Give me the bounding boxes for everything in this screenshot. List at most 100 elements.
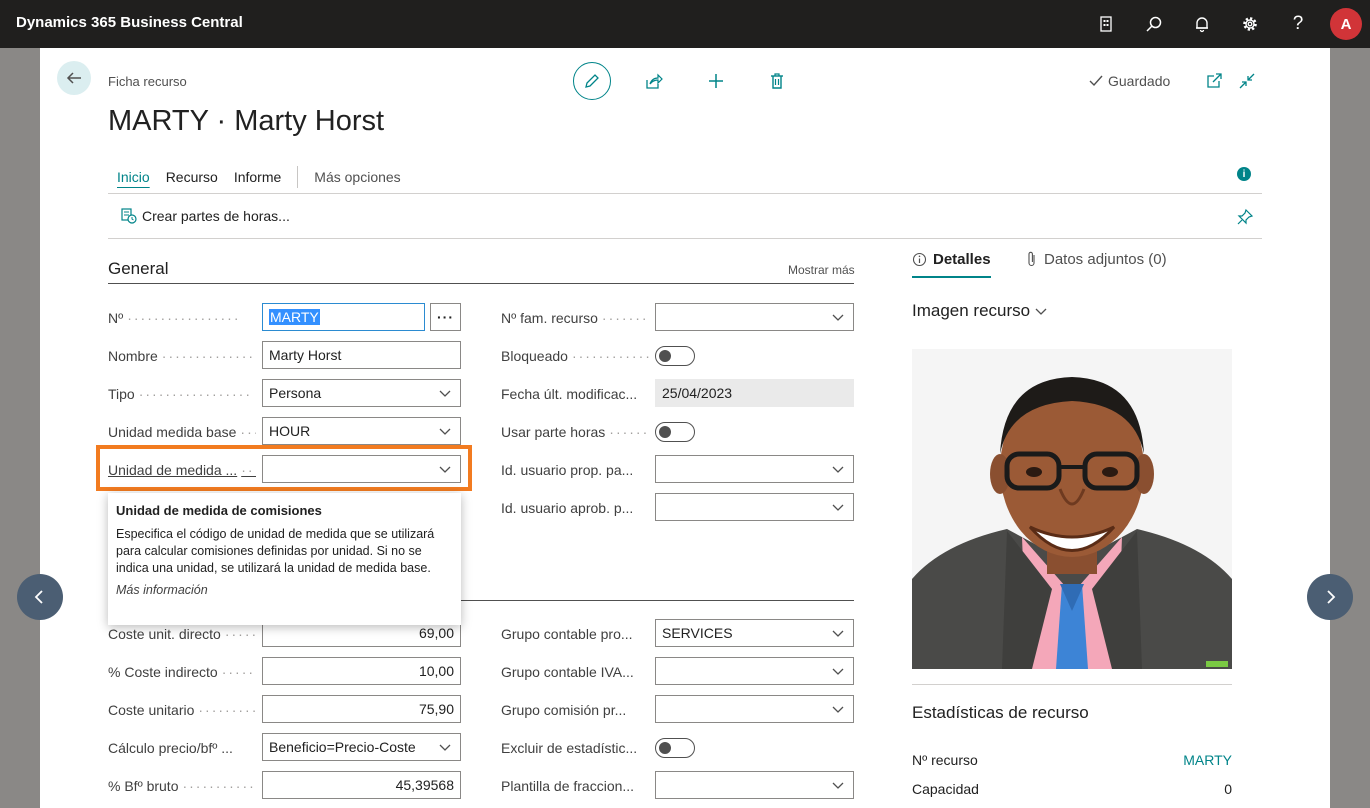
chevron-right-icon bbox=[1327, 590, 1336, 604]
tab-informe[interactable]: Informe bbox=[234, 169, 281, 185]
fam-recurso-select[interactable] bbox=[655, 303, 854, 331]
tab-recurso[interactable]: Recurso bbox=[166, 169, 218, 185]
section-underline bbox=[108, 283, 854, 284]
tooltip-body: Especifica el código de unidad de medida… bbox=[116, 527, 435, 575]
tooltip-more-info-link[interactable]: Más información bbox=[116, 583, 453, 597]
chevron-down-icon bbox=[832, 314, 844, 321]
excluir-estadisticas-toggle[interactable] bbox=[655, 738, 695, 758]
field-label-unidad-base: Unidad medida base················· bbox=[108, 424, 256, 440]
usuario-aprob-select[interactable] bbox=[655, 493, 854, 521]
factbox-tab-details-label: Detalles bbox=[933, 251, 991, 268]
usar-parte-horas-toggle[interactable] bbox=[655, 422, 695, 442]
field-label-plantilla-fraccion: Plantilla de fraccion... bbox=[501, 778, 635, 794]
bf-bruto-input[interactable]: 45,39568 bbox=[262, 771, 461, 799]
collapse-icon bbox=[1239, 73, 1255, 89]
info-icon[interactable]: i bbox=[1237, 167, 1251, 181]
unidad-base-select[interactable]: HOUR bbox=[262, 417, 461, 445]
factbox-divider bbox=[912, 684, 1232, 685]
bloqueado-toggle[interactable] bbox=[655, 346, 695, 366]
delete-button[interactable] bbox=[764, 68, 790, 94]
more-options-button[interactable]: Más opciones bbox=[314, 169, 400, 185]
gear-icon[interactable] bbox=[1238, 12, 1262, 36]
field-label-coste-indirecto: % Coste indirecto········· bbox=[108, 664, 256, 680]
collapse-button[interactable] bbox=[1234, 68, 1260, 94]
field-label-tipo: Tipo ················· bbox=[108, 386, 252, 402]
image-heading[interactable]: Imagen recurso bbox=[912, 301, 1048, 321]
paperclip-icon bbox=[1028, 251, 1035, 267]
share-icon bbox=[646, 73, 663, 89]
pencil-icon bbox=[585, 74, 599, 88]
person-photo-illustration bbox=[912, 349, 1232, 669]
field-label-coste-directo: Coste unit. directo ····· bbox=[108, 626, 256, 642]
saved-status: Guardado bbox=[1088, 73, 1170, 89]
help-icon[interactable]: ? bbox=[1286, 12, 1310, 36]
factbox-tab-attachments[interactable]: Datos adjuntos (0) bbox=[1026, 251, 1167, 268]
nombre-input[interactable]: Marty Horst bbox=[262, 341, 461, 369]
chevron-down-icon bbox=[439, 428, 451, 435]
action-tabs: Inicio Recurso Informe Más opciones bbox=[117, 166, 401, 188]
app-title[interactable]: Dynamics 365 Business Central bbox=[16, 14, 243, 31]
saved-label: Guardado bbox=[1108, 73, 1171, 89]
field-tooltip: Unidad de medida de comisiones Especific… bbox=[108, 493, 461, 625]
no-lookup-button[interactable]: ··· bbox=[430, 303, 461, 331]
field-label-usuario-prop: Id. usuario prop. pa... bbox=[501, 462, 634, 478]
edit-button[interactable] bbox=[573, 62, 611, 100]
usuario-prop-select[interactable] bbox=[655, 455, 854, 483]
previous-record-button[interactable] bbox=[17, 574, 63, 620]
calculo-precio-select[interactable]: Beneficio=Precio-Coste bbox=[262, 733, 461, 761]
stat-row-no-recurso: Nº recurso MARTY bbox=[912, 752, 1232, 768]
field-label-coste-unitario: Coste unitario··········· bbox=[108, 702, 256, 718]
show-more-link[interactable]: Mostrar más bbox=[788, 263, 855, 277]
factbox-tab-attachments-label: Datos adjuntos (0) bbox=[1044, 251, 1167, 268]
field-label-grupo-contable-iva: Grupo contable IVA... bbox=[501, 664, 634, 680]
pin-button[interactable] bbox=[1232, 204, 1258, 230]
field-label-bloqueado: Bloqueado············· bbox=[501, 348, 649, 364]
create-timesheets-action[interactable]: Crear partes de horas... bbox=[120, 207, 290, 225]
field-label-grupo-comision: Grupo comisión pr... bbox=[501, 702, 627, 718]
coste-unitario-input[interactable]: 75,90 bbox=[262, 695, 461, 723]
field-label-calculo-precio: Cálculo precio/bfº ... bbox=[108, 740, 233, 756]
no-input[interactable]: MARTY bbox=[262, 303, 425, 331]
tabs-divider bbox=[297, 166, 299, 188]
company-icon[interactable] bbox=[1094, 12, 1118, 36]
avatar[interactable]: A bbox=[1330, 8, 1362, 40]
tipo-select[interactable]: Persona bbox=[262, 379, 461, 407]
plus-icon bbox=[709, 74, 723, 88]
tooltip-title: Unidad de medida de comisiones bbox=[116, 503, 322, 518]
field-label-excluir-estadisticas: Excluir de estadístic... bbox=[501, 740, 638, 756]
grupo-contable-pro-select[interactable]: SERVICES bbox=[655, 619, 854, 647]
field-label-nombre: Nombre················· bbox=[108, 348, 256, 364]
fecha-modif-value: 25/04/2023 bbox=[655, 379, 854, 407]
factbox-tab-details[interactable]: Detalles bbox=[912, 251, 991, 278]
share-button[interactable] bbox=[641, 68, 667, 94]
arrow-left-icon bbox=[66, 72, 81, 84]
search-icon[interactable] bbox=[1142, 12, 1166, 36]
page-title: MARTY · Marty Horst bbox=[108, 105, 385, 137]
stat-label: Capacidad bbox=[912, 781, 979, 797]
backdrop-right bbox=[1330, 48, 1370, 808]
chevron-down-icon bbox=[832, 466, 844, 473]
field-label-fam-recurso: Nº fam. recurso············· bbox=[501, 310, 649, 326]
tab-inicio[interactable]: Inicio bbox=[117, 169, 150, 185]
chevron-down-icon bbox=[439, 390, 451, 397]
stat-label: Nº recurso bbox=[912, 752, 978, 768]
coste-indirecto-input[interactable]: 10,00 bbox=[262, 657, 461, 685]
bell-icon[interactable] bbox=[1190, 12, 1214, 36]
stats-heading[interactable]: Estadísticas de recurso bbox=[912, 703, 1089, 723]
new-button[interactable] bbox=[703, 68, 729, 94]
chevron-down-icon bbox=[832, 706, 844, 713]
grupo-contable-iva-select[interactable] bbox=[655, 657, 854, 685]
field-label-usuario-aprob: Id. usuario aprob. p... bbox=[501, 500, 634, 516]
stat-value-link[interactable]: MARTY bbox=[1183, 752, 1232, 768]
resource-photo[interactable] bbox=[912, 349, 1232, 669]
section-title-general[interactable]: General bbox=[108, 259, 168, 279]
back-button[interactable] bbox=[57, 61, 91, 95]
next-record-button[interactable] bbox=[1307, 574, 1353, 620]
open-new-window-button[interactable] bbox=[1201, 68, 1227, 94]
plantilla-fraccion-select[interactable] bbox=[655, 771, 854, 799]
open-in-new-icon bbox=[1207, 73, 1222, 88]
grupo-comision-select[interactable] bbox=[655, 695, 854, 723]
breadcrumb: Ficha recurso bbox=[108, 74, 187, 89]
top-bar: Dynamics 365 Business Central ? A bbox=[0, 0, 1370, 48]
chevron-down-icon bbox=[832, 782, 844, 789]
